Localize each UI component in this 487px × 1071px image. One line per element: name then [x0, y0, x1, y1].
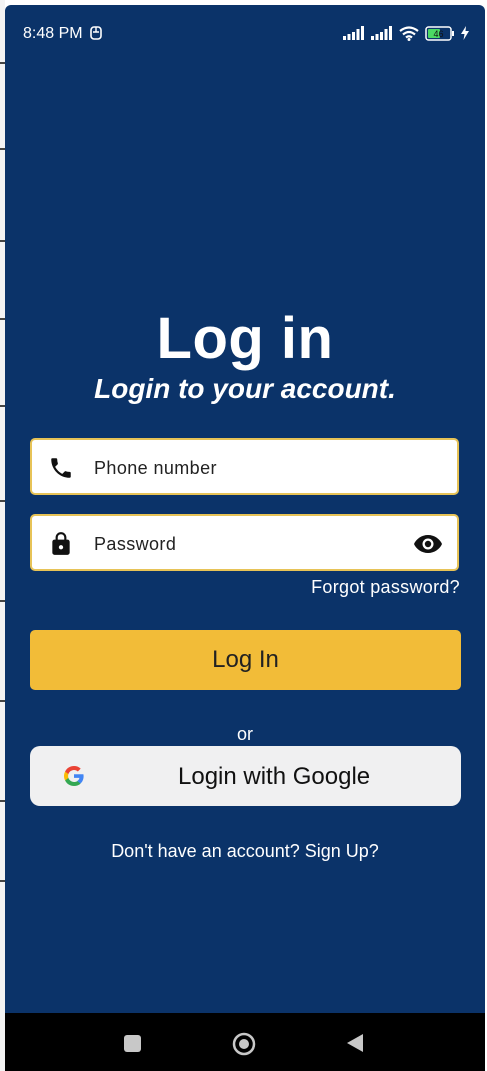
or-divider-text: or	[236, 724, 253, 744]
battery-level: 46	[433, 29, 443, 39]
phone-icon	[51, 458, 71, 478]
status-time: 8:48 PM	[23, 25, 83, 42]
charging-icon	[461, 26, 469, 40]
phone-number-field[interactable]: Phone number	[30, 438, 459, 495]
status-bar: 8:48 PM 46	[5, 5, 485, 61]
signup-link[interactable]: Don't have an account? Sign Up?	[5, 841, 485, 862]
lock-icon	[52, 532, 70, 555]
navigation-bar	[5, 1013, 485, 1071]
recents-icon[interactable]	[124, 1035, 141, 1052]
forgot-password-link[interactable]: Forgot password?	[311, 577, 460, 598]
page-title: Log in	[156, 306, 334, 371]
google-icon	[64, 766, 84, 786]
page-subtitle: Login to your account.	[94, 373, 396, 404]
login-screen: 8:48 PM 46 Log in Login to your account.…	[5, 5, 485, 1071]
google-login-label: Login with Google	[178, 763, 371, 790]
wifi-icon	[399, 25, 419, 41]
eye-icon[interactable]	[413, 533, 443, 555]
signal-icon	[343, 26, 364, 40]
notification-icon	[90, 26, 102, 40]
phone-number-placeholder: Phone number	[94, 458, 217, 478]
google-login-button[interactable]: Login with Google	[30, 746, 461, 806]
password-placeholder: Password	[94, 534, 177, 554]
battery-icon: 46	[425, 25, 454, 41]
status-icons: 46	[343, 24, 469, 42]
login-button[interactable]: Log In	[30, 630, 461, 690]
home-icon[interactable]	[232, 1032, 256, 1056]
password-field[interactable]: Password	[30, 514, 459, 571]
back-icon[interactable]	[346, 1033, 364, 1053]
signal-icon	[371, 26, 392, 40]
